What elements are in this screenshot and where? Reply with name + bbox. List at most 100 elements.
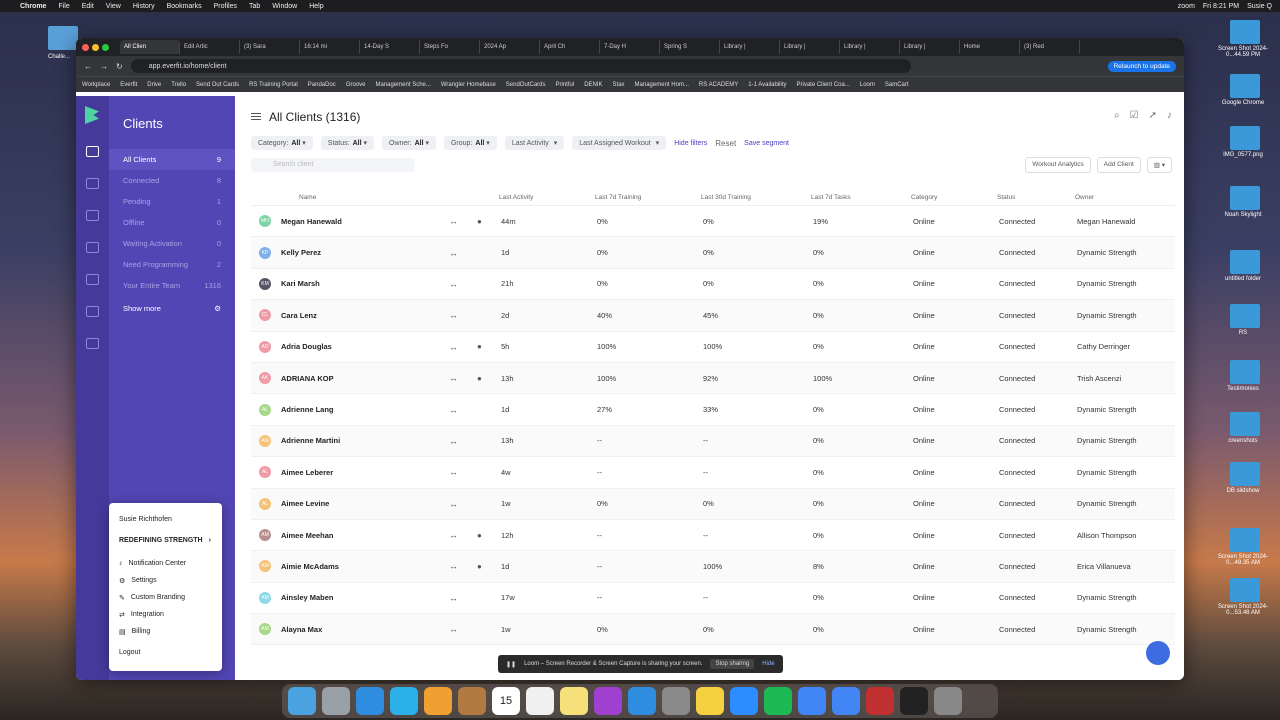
close-window-button[interactable] <box>82 43 89 51</box>
browser-tab[interactable]: Library | <box>900 40 960 54</box>
save-segment-button[interactable]: Save segment <box>744 140 789 147</box>
link-arrows-icon[interactable]: ↔ <box>449 279 477 289</box>
bookmark[interactable]: Printful <box>556 82 575 88</box>
column-last-7d-tasks[interactable]: Last 7d Tasks <box>811 194 911 201</box>
minimize-window-button[interactable] <box>92 43 99 51</box>
reload-icon[interactable]: ↻ <box>116 62 123 71</box>
bell-icon[interactable]: ♪ <box>1167 110 1172 121</box>
column-last-activity[interactable]: Last Activity <box>499 194 595 201</box>
nav-item[interactable]: Offline 0 <box>109 212 235 233</box>
filter-dropdown[interactable]: Owner: All ▾ <box>382 136 436 150</box>
dock-app-icon[interactable]: 15 <box>492 687 520 715</box>
browser-tab[interactable]: Library | <box>720 40 780 54</box>
table-row[interactable]: AL Aimee Levine ↔ 1w 0% 0% 0% Online Connected Dy… <box>251 488 1175 520</box>
support-chat-icon[interactable] <box>1146 641 1170 665</box>
dock-app-icon[interactable] <box>628 687 656 715</box>
link-arrows-icon[interactable]: ↔ <box>449 624 477 634</box>
column-category[interactable]: Category <box>911 194 997 201</box>
client-name[interactable]: Megan Hanewald <box>281 217 449 226</box>
bookmark[interactable]: Groove <box>346 82 366 88</box>
filter-dropdown[interactable]: Last Activity ▾ <box>504 136 565 150</box>
menu-help[interactable]: Help <box>309 3 323 10</box>
popup-menu-item[interactable]: ⇄ Integration <box>119 606 212 623</box>
link-arrows-icon[interactable]: ↔ <box>449 436 477 446</box>
bookmark[interactable]: SamCart <box>885 82 909 88</box>
popup-menu-item[interactable]: ▤ Billing <box>119 623 212 640</box>
pause-icon[interactable]: ❚❚ <box>506 661 516 668</box>
menu-window[interactable]: Window <box>272 3 297 10</box>
table-row[interactable]: CL Cara Lenz ↔ 2d 40% 45% 0% Online Connected Dyn… <box>251 300 1175 332</box>
chat-bubble-icon[interactable]: ● <box>477 531 501 540</box>
chat-bubble-icon[interactable]: ● <box>477 374 501 383</box>
tasks-icon[interactable]: ☑ <box>1130 110 1139 121</box>
reset-button[interactable]: Reset <box>715 139 736 148</box>
relaunch-button[interactable]: Relaunch to update <box>1107 60 1176 72</box>
stop-sharing-button[interactable]: Stop sharing <box>710 659 755 669</box>
bookmark[interactable]: Everfit <box>120 82 137 88</box>
hide-button[interactable]: Hide <box>762 661 774 667</box>
client-name[interactable]: Aimie McAdams <box>281 562 449 571</box>
dock-app-icon[interactable] <box>356 687 384 715</box>
table-row[interactable]: AM Aimie McAdams ↔ ● 1d -- 100% 8% Online Connect… <box>251 551 1175 583</box>
nav-item[interactable]: Your Entire Team 1316 <box>109 275 235 296</box>
browser-tab[interactable]: (3) Sara <box>240 40 300 54</box>
nav-item[interactable]: All Clients 9 <box>109 149 235 170</box>
bookmark[interactable]: PandaDoc <box>308 82 336 88</box>
dock-app-icon[interactable] <box>696 687 724 715</box>
table-row[interactable]: KP Kelly Perez ↔ 1d 0% 0% 0% Online Connected Dyn… <box>251 237 1175 269</box>
chat-bubble-icon[interactable]: ● <box>477 562 501 571</box>
browser-tab[interactable]: 14-Day S <box>360 40 420 54</box>
link-arrows-icon[interactable]: ↔ <box>449 593 477 603</box>
dock-app-icon[interactable] <box>560 687 588 715</box>
browser-tab[interactable]: Library | <box>780 40 840 54</box>
bookmark[interactable]: Stax <box>613 82 625 88</box>
desktop-icon[interactable] <box>1230 250 1260 274</box>
desktop-icon[interactable] <box>1230 126 1260 150</box>
bookmark[interactable]: RS Training Portal <box>249 82 298 88</box>
dock-app-icon[interactable] <box>424 687 452 715</box>
nav-item[interactable]: Connected 8 <box>109 170 235 191</box>
table-row[interactable]: KM Kari Marsh ↔ 21h 0% 0% 0% Online Connected Dyn… <box>251 269 1175 301</box>
zoom-status[interactable]: zoom <box>1178 3 1195 10</box>
filter-dropdown[interactable]: Last Assigned Workout ▾ <box>572 136 667 150</box>
bookmark[interactable]: Send Out Cards <box>196 82 239 88</box>
desktop-icon[interactable] <box>1230 186 1260 210</box>
link-arrows-icon[interactable]: ↔ <box>449 342 477 352</box>
table-row[interactable]: AM Aimee Meehan ↔ ● 12h -- -- 0% Online Connected… <box>251 520 1175 552</box>
autoflow-icon[interactable] <box>86 242 99 253</box>
bookmark[interactable]: SendOutCards <box>506 82 546 88</box>
bookmark[interactable]: Drive <box>147 82 161 88</box>
client-name[interactable]: Kari Marsh <box>281 279 449 288</box>
app-menu[interactable]: Chrome <box>20 3 46 10</box>
client-name[interactable]: Ainsley Maben <box>281 593 449 602</box>
menu-edit[interactable]: Edit <box>82 3 94 10</box>
desktop-icon[interactable] <box>1230 578 1260 602</box>
everfit-logo-icon[interactable] <box>85 106 99 124</box>
bookmark[interactable]: Trello <box>171 82 186 88</box>
desktop-icon[interactable] <box>1230 462 1260 486</box>
link-arrows-icon[interactable]: ↔ <box>449 216 477 226</box>
browser-tab[interactable]: Edit Artic <box>180 40 240 54</box>
library-icon[interactable] <box>86 178 99 189</box>
browser-tab[interactable]: Spring S <box>660 40 720 54</box>
dock-app-icon[interactable] <box>832 687 860 715</box>
forward-icon[interactable]: → <box>100 62 108 71</box>
dock-app-icon[interactable] <box>390 687 418 715</box>
link-arrows-icon[interactable]: ↔ <box>449 373 477 383</box>
table-row[interactable]: AK ADRIANA KOP ↔ ● 13h 100% 92% 100% Online Conne… <box>251 362 1175 395</box>
link-arrows-icon[interactable]: ↔ <box>449 467 477 477</box>
client-name[interactable]: Adrienne Lang <box>281 405 449 414</box>
packages-icon[interactable] <box>86 338 99 349</box>
link-arrows-icon[interactable]: ↔ <box>449 530 477 540</box>
bookmark[interactable]: Management Sche... <box>376 82 431 88</box>
filter-dropdown[interactable]: Status: All ▾ <box>320 136 374 150</box>
hide-filters-link[interactable]: Hide filters <box>674 140 707 147</box>
column-name[interactable]: Name <box>299 194 447 201</box>
link-arrows-icon[interactable]: ↔ <box>449 248 477 258</box>
link-arrows-icon[interactable]: ↔ <box>449 561 477 571</box>
client-name[interactable]: Adria Douglas <box>281 342 449 351</box>
bookmark[interactable]: DENIK <box>584 82 602 88</box>
add-client-button[interactable]: Add Client <box>1096 157 1141 173</box>
dock-app-icon[interactable] <box>934 687 962 715</box>
rocket-icon[interactable]: ➚ <box>1149 110 1157 121</box>
